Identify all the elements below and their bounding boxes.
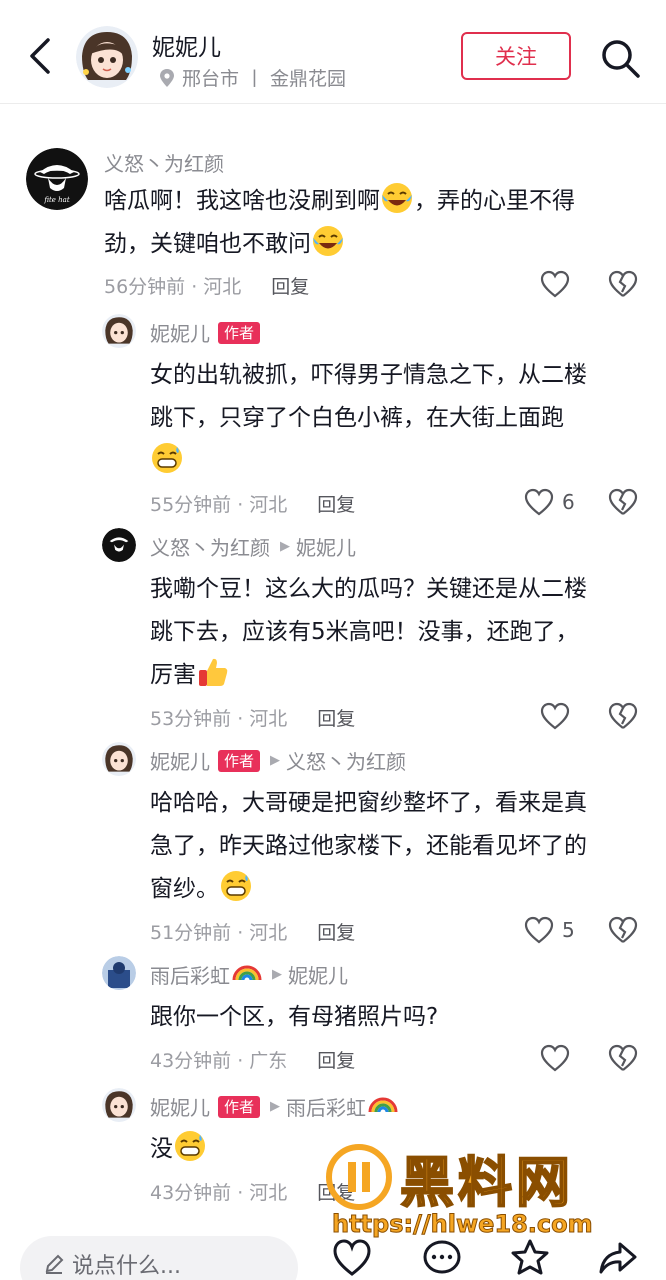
- comment-time: 53分钟前 · 河北: [150, 708, 288, 730]
- grinning-sweat-emoji-icon: [173, 1129, 207, 1163]
- heart-icon: [540, 702, 570, 730]
- comment-text: 我嘞个豆！这么大的瓜吗？关键还是从二楼 跳下去，应该有5米高吧！没事，还跑了， …: [150, 576, 587, 689]
- broken-heart-icon[interactable]: [608, 1044, 638, 1072]
- comment-text: 跟你一个区，有母猪照片吗?: [150, 1004, 439, 1030]
- like-button[interactable]: [540, 702, 578, 730]
- watermark-url: https://hlwe18.com: [332, 1210, 594, 1239]
- comment-author[interactable]: 义怒丶为红颜: [104, 148, 224, 177]
- commenter-avatar[interactable]: [102, 742, 136, 776]
- comment-text: 女的出轨被抓，吓得男子情急之下，从二楼 跳下，只穿了个白色小裤，在大街上面跑: [150, 354, 587, 483]
- watermark-title: 黑料网: [399, 1150, 574, 1215]
- location-place: 金鼎花园: [270, 68, 347, 90]
- like-count: 6: [562, 490, 575, 514]
- commenter-avatar[interactable]: [102, 956, 136, 990]
- reply-arrow-icon: ▶: [272, 967, 282, 982]
- reply-button[interactable]: 回复: [317, 704, 355, 731]
- author-tag: 作者: [218, 321, 261, 344]
- comment-text: 没: [150, 1128, 207, 1171]
- comment-author[interactable]: 妮妮儿 作者 ▶ 雨后彩虹: [150, 1092, 398, 1121]
- rainbow-emoji-icon: [232, 962, 262, 987]
- reply-button[interactable]: 回复: [317, 490, 355, 517]
- heart-icon: [524, 916, 554, 944]
- location-info: 邢台市 丨 金鼎花园: [158, 64, 346, 91]
- comment-list[interactable]: fite hat 义怒丶为红颜 啥瓜啊！我这啥也没刷到啊 ，弄的心里不得 劲，关键…: [0, 104, 666, 1220]
- comment-time: 51分钟前 · 河北: [150, 922, 288, 944]
- commenter-avatar[interactable]: [102, 528, 136, 562]
- location-pin-icon: [160, 68, 174, 87]
- comment-text: 哈哈哈，大哥硬是把窗纱整坏了，看来是真 急了，昨天路过他家楼下，还能看见坏了的 …: [150, 790, 587, 903]
- broken-heart-icon[interactable]: [608, 916, 638, 944]
- back-arrow-icon[interactable]: [22, 34, 62, 78]
- grinning-sweat-emoji-icon: [219, 869, 253, 903]
- grinning-sweat-emoji-icon: [150, 441, 184, 475]
- reply-to-name[interactable]: 妮妮儿: [288, 960, 348, 989]
- comment-meta: 56分钟前 · 河北 回复: [104, 272, 309, 299]
- comment-time: 43分钟前 · 河北: [150, 1182, 288, 1204]
- reply-to-name[interactable]: 雨后彩虹: [286, 1092, 366, 1121]
- author-avatar[interactable]: [76, 26, 138, 88]
- reply-arrow-icon: ▶: [280, 539, 290, 554]
- crying-laughing-emoji-icon: [380, 181, 414, 215]
- reply-arrow-icon: ▶: [270, 1099, 281, 1114]
- follow-button[interactable]: 关注: [461, 32, 571, 80]
- author-tag: 作者: [218, 1095, 261, 1118]
- broken-heart-icon[interactable]: [608, 270, 638, 298]
- commenter-avatar[interactable]: [102, 1088, 136, 1122]
- commenter-avatar[interactable]: fite hat: [26, 148, 88, 210]
- comment-meta: 43分钟前 · 广东 回复: [150, 1046, 355, 1073]
- reply-arrow-icon: ▶: [270, 753, 281, 768]
- like-button[interactable]: [540, 1044, 578, 1072]
- comment-meta: 53分钟前 · 河北 回复: [150, 704, 355, 731]
- reply-button[interactable]: 回复: [271, 272, 309, 299]
- heart-icon: [540, 270, 570, 298]
- reply-to-name[interactable]: 义怒丶为红颜: [286, 746, 406, 775]
- reply-button[interactable]: 回复: [317, 1046, 355, 1073]
- broken-heart-icon[interactable]: [608, 702, 638, 730]
- crying-laughing-emoji-icon: [311, 224, 345, 258]
- watermark-logo-icon: [326, 1144, 392, 1210]
- author-name[interactable]: 妮妮儿: [152, 28, 221, 62]
- comment-author[interactable]: 妮妮儿 作者: [150, 318, 261, 347]
- comment-text: 啥瓜啊！我这啥也没刷到啊 ，弄的心里不得 劲，关键咱也不敢问: [104, 180, 575, 266]
- comment-input[interactable]: 说点什么...: [20, 1236, 298, 1280]
- commenter-avatar[interactable]: [102, 314, 136, 348]
- top-bar: 妮妮儿 邢台市 丨 金鼎花园 关注: [0, 0, 666, 104]
- comment-meta: 51分钟前 · 河北 回复: [150, 918, 355, 945]
- like-button[interactable]: 5: [524, 916, 575, 944]
- author-tag: 作者: [218, 749, 261, 772]
- location-city: 邢台市: [182, 68, 240, 90]
- reply-button[interactable]: 回复: [317, 918, 355, 945]
- thumbs-up-emoji-icon: [196, 655, 230, 689]
- comment-time: 56分钟前 · 河北: [104, 276, 242, 298]
- comment-author[interactable]: 义怒丶为红颜 ▶ 妮妮儿: [150, 532, 356, 561]
- comment-author[interactable]: 妮妮儿 作者 ▶ 义怒丶为红颜: [150, 746, 406, 775]
- comment-time: 55分钟前 · 河北: [150, 494, 288, 516]
- comment-meta: 43分钟前 · 河北 回复: [150, 1178, 355, 1205]
- avatar-caption: fite hat: [43, 196, 70, 204]
- reply-to-name[interactable]: 妮妮儿: [296, 532, 356, 561]
- like-button[interactable]: 6: [524, 488, 575, 516]
- like-count: 5: [562, 918, 575, 942]
- search-icon[interactable]: [598, 36, 642, 80]
- comment-meta: 55分钟前 · 河北 回复: [150, 490, 355, 517]
- comment-time: 43分钟前 · 广东: [150, 1050, 288, 1072]
- pencil-icon: [45, 1254, 64, 1274]
- heart-icon: [540, 1044, 570, 1072]
- heart-icon: [524, 488, 554, 516]
- comment-author[interactable]: 雨后彩虹 ▶ 妮妮儿: [150, 960, 348, 989]
- watermark: 黑料网 https://hlwe18.com: [326, 1138, 646, 1248]
- comment-placeholder: 说点什么...: [72, 1254, 181, 1279]
- rainbow-emoji-icon: [368, 1094, 398, 1119]
- broken-heart-icon[interactable]: [608, 488, 638, 516]
- like-button[interactable]: [540, 270, 578, 298]
- location-separator: 丨: [245, 68, 265, 90]
